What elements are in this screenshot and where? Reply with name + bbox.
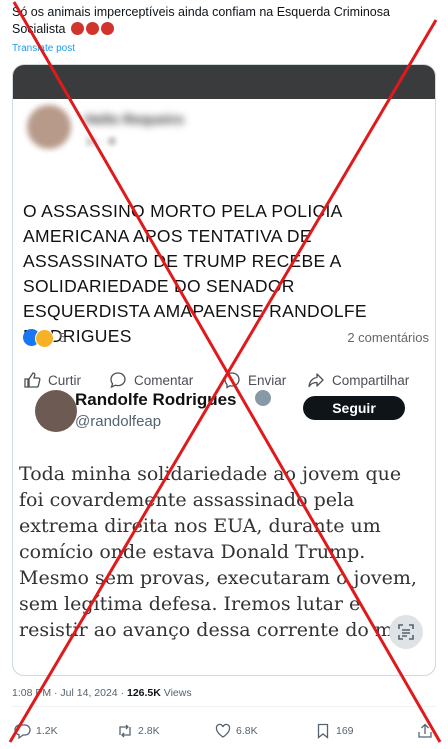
tweet-author-avatar — [35, 390, 77, 432]
angry-emoji-icon — [70, 22, 84, 35]
post-media-image[interactable]: Hello Requeiro 1h · ⚙ O ASSASSINO MORTO … — [12, 64, 436, 676]
reply-icon — [14, 724, 31, 740]
facebook-author-avatar — [27, 105, 71, 149]
bookmark-icon — [317, 723, 329, 739]
repost-count: 2.8K — [138, 725, 160, 737]
lens-icon — [398, 624, 414, 640]
screenshot-top-bar — [13, 65, 435, 99]
like-count: 6.8K — [236, 725, 258, 737]
repost-icon — [119, 724, 131, 738]
share-action-label: Compartilhar — [332, 373, 410, 388]
tweet-author-name: Randolfe Rodrigues — [75, 390, 237, 409]
send-action-label: Enviar — [248, 373, 287, 388]
post-timestamp: 1:08 PM · Jul 14, 2024 · — [12, 687, 127, 699]
comments-count: 2 comentários — [347, 330, 429, 345]
angry-emoji-icon — [85, 22, 99, 35]
follow-button: Seguir — [303, 396, 405, 420]
bookmark-count: 169 — [336, 725, 354, 737]
post-caption: Só os animais imperceptíveis ainda confi… — [12, 4, 432, 38]
like-action-label: Curtir — [48, 373, 81, 388]
facebook-author-name: Hello Requeiro — [85, 111, 184, 127]
sad-reaction-icon — [35, 329, 54, 348]
views-count: 126.5K — [126, 687, 161, 699]
post-caption-text: Só os animais imperceptíveis ainda confi… — [12, 5, 390, 36]
tweet-embed-text: Toda minha solidariedade ao jovem que fo… — [19, 463, 417, 641]
divider — [12, 706, 436, 707]
comment-action-label: Comentar — [134, 373, 194, 388]
views-label: Views — [163, 687, 192, 699]
thumbs-up-icon — [24, 372, 41, 388]
tweet-author-handle: @randolfeap — [75, 413, 162, 430]
comment-bubble-icon — [110, 372, 126, 389]
heart-icon — [215, 723, 231, 738]
facebook-post-meta: 1h · ⚙ — [85, 136, 117, 148]
share-icon — [418, 723, 432, 738]
angry-emoji-icon — [100, 22, 114, 35]
facebook-post-text: O ASSASSINO MORTO PELA POLICIA AMERICANA… — [23, 201, 367, 346]
share-arrow-icon — [308, 373, 324, 388]
engagement-bar: 1.2K 2.8K 6.8K 169 — [12, 720, 436, 742]
translate-post-link[interactable]: Translate post — [12, 43, 75, 54]
post-timestamp-views: 1:08 PM · Jul 14, 2024 · 126.5K Views — [12, 687, 192, 699]
reply-count: 1.2K — [36, 725, 58, 737]
image-search-button[interactable] — [389, 615, 423, 649]
messenger-icon — [224, 372, 240, 389]
verified-badge-icon — [255, 390, 271, 406]
reaction-count: 5 — [59, 330, 67, 345]
